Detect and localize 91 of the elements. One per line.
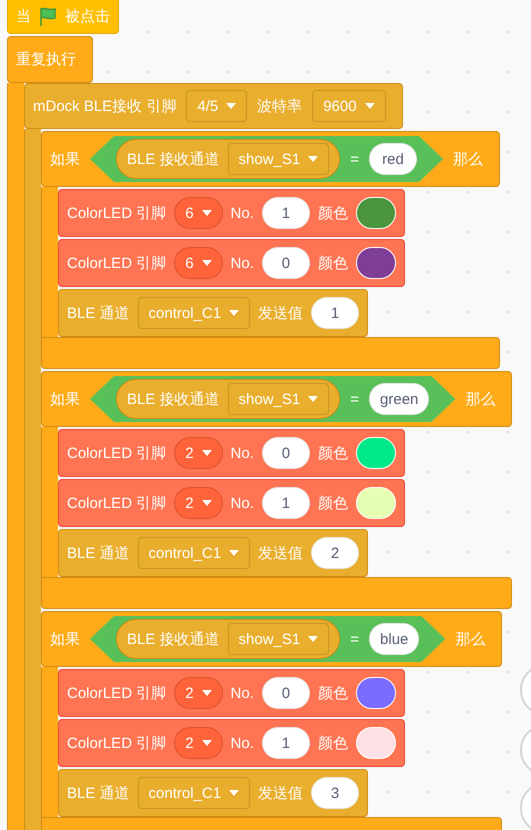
number-input[interactable]: 1 bbox=[262, 487, 310, 519]
reporter-label: BLE 接收通道 bbox=[127, 150, 220, 168]
caret-icon bbox=[202, 210, 212, 216]
value-input[interactable]: blue bbox=[369, 623, 420, 655]
value-input[interactable]: green bbox=[369, 383, 430, 415]
caret-icon bbox=[229, 790, 240, 796]
color-swatch[interactable] bbox=[356, 727, 396, 759]
block-label: 颜色 bbox=[318, 204, 348, 222]
block-label: 发送值 bbox=[258, 784, 304, 802]
block-label: No. bbox=[230, 684, 254, 702]
ble-send-block[interactable]: BLE 通道 control_C1 发送值 3 bbox=[58, 769, 368, 817]
caret-icon bbox=[226, 103, 236, 109]
forever-label: 重复执行 bbox=[16, 50, 76, 69]
colorled-block[interactable]: ColorLED 引脚 6 No. 0 颜色 bbox=[58, 239, 405, 287]
block-label: 颜色 bbox=[318, 734, 348, 752]
block-label: 发送值 bbox=[258, 304, 304, 322]
reporter-label: BLE 接收通道 bbox=[127, 630, 220, 648]
caret-icon bbox=[308, 156, 318, 162]
operator-label: = bbox=[350, 390, 360, 408]
flag-icon bbox=[39, 6, 57, 26]
if-block[interactable]: 如果 BLE 接收通道 show_S1 = red 那么 bbox=[41, 131, 500, 187]
value-input[interactable]: red bbox=[369, 143, 418, 175]
color-swatch[interactable] bbox=[356, 677, 396, 709]
number-input[interactable]: 0 bbox=[262, 437, 310, 469]
if-block[interactable]: 如果 BLE 接收通道 show_S1 = blue 那么 bbox=[41, 611, 502, 667]
hat-label: 被点击 bbox=[65, 7, 110, 26]
block-label: ColorLED 引脚 bbox=[67, 734, 166, 752]
block-label: 波特率 bbox=[257, 96, 302, 116]
block-label: ColorLED 引脚 bbox=[67, 254, 166, 272]
block-label: ColorLED 引脚 bbox=[67, 494, 166, 512]
number-input[interactable]: 0 bbox=[262, 677, 310, 709]
then-label: 那么 bbox=[455, 630, 486, 648]
then-label: 那么 bbox=[465, 390, 496, 408]
colorled-block[interactable]: ColorLED 引脚 2 No. 1 颜色 bbox=[58, 719, 405, 767]
block-label: ColorLED 引脚 bbox=[67, 684, 166, 702]
block-label: BLE 通道 bbox=[67, 544, 130, 562]
reporter-label: BLE 接收通道 bbox=[127, 390, 220, 408]
color-swatch[interactable] bbox=[356, 437, 396, 469]
block-label: No. bbox=[230, 444, 254, 462]
if-block[interactable]: 如果 BLE 接收通道 show_S1 = green 那么 bbox=[41, 371, 512, 427]
hat-label: 当 bbox=[16, 7, 31, 26]
value-input[interactable]: 2 bbox=[311, 537, 360, 569]
block-label: mDock BLE接收 引脚 bbox=[33, 96, 176, 116]
block-label: 发送值 bbox=[258, 544, 304, 562]
color-swatch[interactable] bbox=[356, 487, 396, 519]
ble-send-block[interactable]: BLE 通道 control_C1 发送值 2 bbox=[58, 529, 368, 577]
number-input[interactable]: 1 bbox=[262, 197, 310, 229]
if-block-end[interactable] bbox=[41, 577, 512, 609]
block-label: 颜色 bbox=[318, 684, 348, 702]
caret-icon bbox=[308, 396, 318, 402]
caret-icon bbox=[308, 636, 318, 642]
number-input[interactable]: 1 bbox=[262, 727, 310, 759]
colorled-block[interactable]: ColorLED 引脚 2 No. 0 颜色 bbox=[58, 669, 405, 717]
operator-label: = bbox=[350, 150, 360, 168]
caret-icon bbox=[202, 260, 212, 266]
block-label: No. bbox=[230, 494, 254, 512]
block-label: BLE 通道 bbox=[67, 784, 130, 802]
block-label: No. bbox=[230, 204, 254, 222]
condition-block[interactable]: BLE 接收通道 show_S1 = blue bbox=[90, 616, 446, 662]
if-label: 如果 bbox=[50, 150, 80, 168]
number-input[interactable]: 0 bbox=[262, 247, 310, 279]
caret-icon bbox=[202, 500, 212, 506]
block-label: 颜色 bbox=[318, 254, 348, 272]
block-label: No. bbox=[230, 254, 254, 272]
value-input[interactable]: 1 bbox=[311, 297, 360, 329]
block-label: No. bbox=[230, 734, 254, 752]
caret-icon bbox=[202, 690, 212, 696]
condition-block[interactable]: BLE 接收通道 show_S1 = red bbox=[90, 136, 444, 182]
block-label: 颜色 bbox=[318, 494, 348, 512]
colorled-block[interactable]: ColorLED 引脚 6 No. 1 颜色 bbox=[58, 189, 405, 237]
color-swatch[interactable] bbox=[356, 247, 396, 279]
caret-icon bbox=[202, 450, 212, 456]
ble-send-block[interactable]: BLE 通道 control_C1 发送值 1 bbox=[58, 289, 368, 337]
caret-icon bbox=[229, 550, 240, 556]
block-label: BLE 通道 bbox=[67, 304, 130, 322]
colorled-block[interactable]: ColorLED 引脚 2 No. 1 颜色 bbox=[58, 479, 405, 527]
caret-icon bbox=[202, 740, 212, 746]
value-input[interactable]: 3 bbox=[311, 777, 360, 809]
if-label: 如果 bbox=[50, 390, 80, 408]
then-label: 那么 bbox=[453, 150, 484, 168]
operator-label: = bbox=[350, 630, 360, 648]
color-swatch[interactable] bbox=[356, 197, 396, 229]
caret-icon bbox=[229, 310, 240, 316]
colorled-block[interactable]: ColorLED 引脚 2 No. 0 颜色 bbox=[58, 429, 405, 477]
caret-icon bbox=[364, 103, 375, 109]
block-label: ColorLED 引脚 bbox=[67, 204, 166, 222]
if-label: 如果 bbox=[50, 630, 80, 648]
block-label: 颜色 bbox=[318, 444, 348, 462]
if-block-end[interactable] bbox=[41, 337, 500, 369]
condition-block[interactable]: BLE 接收通道 show_S1 = green bbox=[90, 376, 456, 422]
block-label: ColorLED 引脚 bbox=[67, 444, 166, 462]
